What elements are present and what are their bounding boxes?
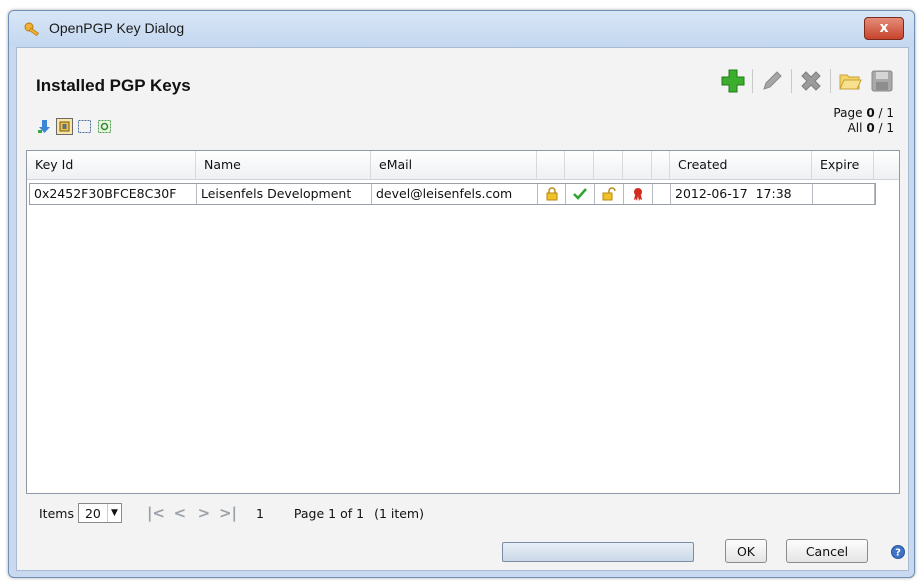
all-label: All	[847, 121, 863, 135]
last-page-icon: >|	[218, 504, 237, 522]
dialog-window: OpenPGP Key Dialog x Installed PGP Keys	[8, 10, 915, 578]
cell-extra	[653, 184, 671, 204]
select-all-icon	[59, 121, 70, 132]
column-header-cert[interactable]	[623, 151, 652, 179]
cell-lock[interactable]	[538, 184, 566, 204]
column-header-name[interactable]: Name	[196, 151, 371, 179]
column-header-extra[interactable]	[652, 151, 670, 179]
chevron-down-icon: ▼	[106, 504, 121, 522]
column-header-valid[interactable]	[565, 151, 594, 179]
pager: Items 20 ▼ |< < > >| 1 Page 1 of 1 (1 it…	[39, 501, 424, 525]
lock-icon	[546, 187, 557, 201]
select-none-button[interactable]	[76, 118, 93, 135]
page-label: Page	[833, 106, 863, 120]
item-count-text: (1 item)	[374, 505, 424, 521]
cell-expire	[813, 184, 875, 204]
previous-page-button[interactable]: <	[168, 503, 192, 523]
ok-button[interactable]: OK	[725, 539, 767, 563]
toolbar-divider	[830, 69, 831, 93]
page-current: 0	[866, 106, 875, 120]
select-all-button[interactable]	[56, 118, 73, 135]
delete-icon	[801, 71, 821, 91]
title-bar[interactable]: OpenPGP Key Dialog x	[9, 11, 914, 47]
cell-created: 2012-06-17 17:38	[671, 184, 813, 204]
page-info: Page 0 / 1 All 0 / 1	[833, 106, 894, 136]
import-button[interactable]	[36, 118, 53, 135]
delete-key-button[interactable]	[795, 66, 827, 96]
toolbar-divider	[791, 69, 792, 93]
certificate-icon	[634, 188, 642, 201]
column-header-email[interactable]: eMail	[371, 151, 537, 179]
toolbar-divider	[752, 69, 753, 93]
save-key-button[interactable]	[866, 66, 898, 96]
first-page-button[interactable]: |<	[144, 503, 168, 523]
select-none-icon	[78, 120, 91, 133]
table-row[interactable]: 0x2452F30BFCE8C30F Leisenfels Developmen…	[29, 183, 876, 205]
selection-toolbar	[36, 118, 113, 135]
help-icon[interactable]: ?	[891, 545, 905, 559]
items-per-page-select[interactable]: 20 ▼	[77, 503, 122, 523]
progress-bar	[502, 542, 694, 562]
last-page-button[interactable]: >|	[216, 503, 240, 523]
cell-certificate[interactable]	[624, 184, 653, 204]
dialog-content: Installed PGP Keys Page 0 / 1 All 0 / 1 …	[16, 47, 909, 571]
add-icon	[721, 69, 745, 93]
cell-key-id: 0x2452F30BFCE8C30F	[30, 184, 197, 204]
add-key-button[interactable]	[717, 66, 749, 96]
refresh-icon	[98, 120, 111, 133]
items-label: Items	[39, 505, 74, 521]
cell-unlock[interactable]	[595, 184, 624, 204]
cancel-button[interactable]: Cancel	[786, 539, 868, 563]
column-header-unlock[interactable]	[594, 151, 623, 179]
column-header-created[interactable]: Created	[670, 151, 812, 179]
page-number-input[interactable]: 1	[256, 506, 264, 521]
chevron-left-icon: <	[173, 504, 187, 522]
close-button[interactable]: x	[864, 17, 904, 40]
column-header-key-id[interactable]: Key Id	[27, 151, 196, 179]
refresh-button[interactable]	[96, 118, 113, 135]
page-of-text: Page 1 of 1	[293, 505, 365, 521]
column-header-expire[interactable]: Expire	[812, 151, 874, 179]
cell-valid[interactable]	[566, 184, 595, 204]
next-page-button[interactable]: >	[192, 503, 216, 523]
import-arrow-icon	[38, 120, 50, 133]
page-title: Installed PGP Keys	[36, 76, 191, 95]
unlock-icon	[602, 187, 616, 201]
check-icon	[573, 188, 587, 200]
key-icon	[23, 20, 43, 40]
cell-name: Leisenfels Development	[197, 184, 372, 204]
open-key-button[interactable]	[834, 66, 866, 96]
items-per-page-value: 20	[84, 505, 101, 521]
chevron-right-icon: >	[197, 504, 211, 522]
column-header-lock[interactable]	[537, 151, 565, 179]
save-icon	[871, 70, 893, 92]
edit-icon	[763, 71, 782, 90]
cell-email: devel@leisenfels.com	[372, 184, 538, 204]
edit-key-button[interactable]	[756, 66, 788, 96]
open-folder-icon	[839, 74, 862, 90]
page-total: / 1	[878, 106, 895, 120]
first-page-icon: |<	[146, 504, 165, 522]
key-toolbar	[717, 66, 898, 96]
table-header: Key Id Name eMail Created Expire	[27, 151, 899, 180]
keys-table[interactable]: Key Id Name eMail Created Expire 0x2452F…	[26, 150, 900, 494]
svg-text:?: ?	[895, 548, 901, 559]
close-icon: x	[879, 20, 889, 36]
all-current: 0	[866, 121, 875, 135]
all-total: / 1	[878, 121, 895, 135]
window-title: OpenPGP Key Dialog	[49, 20, 185, 36]
